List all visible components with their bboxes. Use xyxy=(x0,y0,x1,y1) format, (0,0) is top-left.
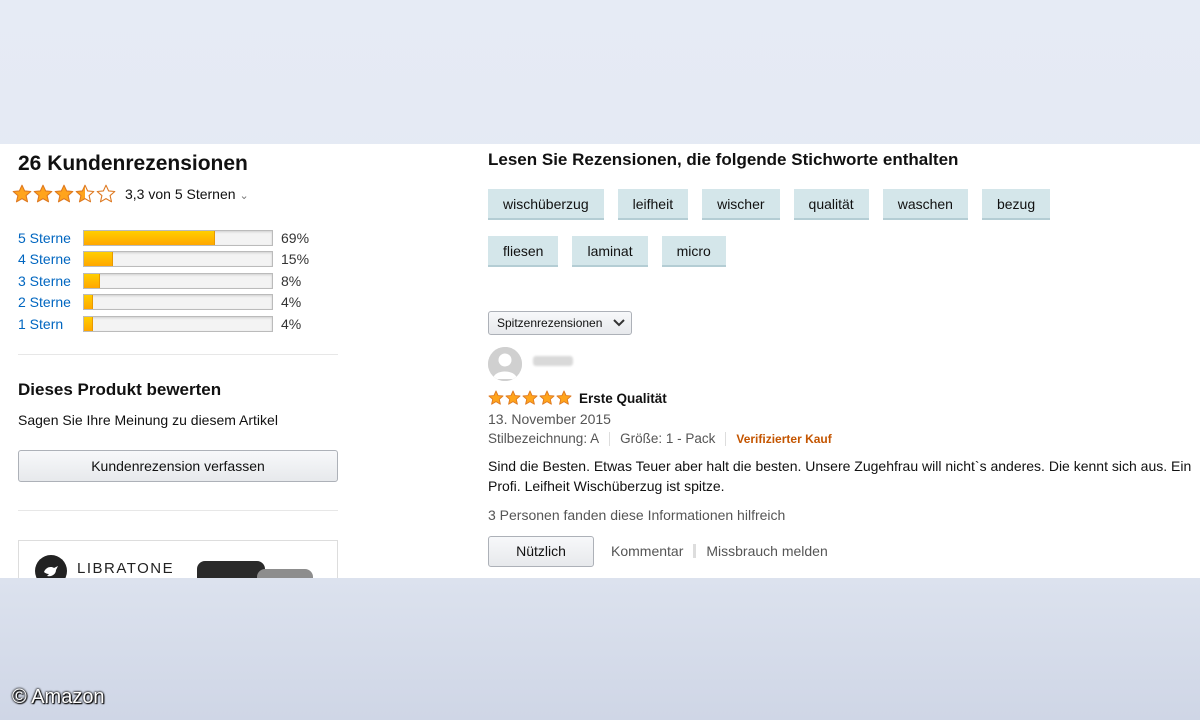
brand-logo xyxy=(35,555,67,578)
comment-link[interactable]: Kommentar xyxy=(610,543,684,559)
star-icon xyxy=(539,390,555,405)
review-size[interactable]: Größe: 1 - Pack xyxy=(620,431,715,446)
histogram-bar-fill xyxy=(84,273,101,288)
keyword-chip[interactable]: wischüberzug xyxy=(488,189,604,220)
chevron-down-icon xyxy=(613,319,625,327)
keyword-chip[interactable]: fliesen xyxy=(488,236,559,267)
histogram-label[interactable]: 1 Stern xyxy=(18,316,83,332)
histogram-bar[interactable] xyxy=(83,294,273,311)
star-icon xyxy=(488,390,504,405)
helpful-count: 3 Personen fanden diese Informationen hi… xyxy=(488,507,786,523)
report-abuse-link[interactable]: Missbrauch melden xyxy=(705,543,828,559)
chevron-down-icon: ⌄ xyxy=(239,190,249,202)
average-star-rating[interactable] xyxy=(12,184,116,204)
star-icon xyxy=(12,184,32,203)
review-style[interactable]: Stilbezeichnung: A xyxy=(488,431,599,446)
ad-brand-name: LIBRATONE xyxy=(77,560,175,577)
histogram-bar[interactable] xyxy=(83,315,273,332)
keyword-row: fliesen laminat micro xyxy=(488,236,1088,267)
histogram-row-3[interactable]: 3 Sterne 8% xyxy=(18,270,309,292)
star-icon xyxy=(54,184,74,203)
average-rating-text[interactable]: 3,3 von 5 Sternen ⌄ xyxy=(125,186,249,202)
histogram-label[interactable]: 4 Sterne xyxy=(18,251,83,267)
background-bottom xyxy=(0,578,1200,720)
keyword-chip[interactable]: bezug xyxy=(981,189,1051,220)
keyword-chip[interactable]: laminat xyxy=(572,236,648,267)
user-icon xyxy=(488,347,522,381)
star-icon xyxy=(556,390,572,405)
ad-product-image-dark xyxy=(197,561,265,578)
histogram-percent: 4% xyxy=(281,315,302,332)
sort-selected-value: Spitzenrezensionen xyxy=(497,316,603,330)
bird-icon xyxy=(44,566,58,577)
histogram-percent: 15% xyxy=(281,251,310,268)
histogram-bar[interactable] xyxy=(83,272,273,289)
write-review-button[interactable]: Kundenrezension verfassen xyxy=(18,450,338,482)
keywords-title: Lesen Sie Rezensionen, die folgende Stic… xyxy=(488,150,959,169)
keyword-chip[interactable]: waschen xyxy=(882,189,968,220)
star-icon xyxy=(33,184,53,203)
histogram-bar[interactable] xyxy=(83,229,273,246)
keyword-chip[interactable]: qualität xyxy=(793,189,869,220)
histogram-bar-fill xyxy=(84,252,114,267)
reviews-count-title: 26 Kundenrezensionen xyxy=(18,152,248,175)
review-meta: Stilbezeichnung: A Größe: 1 - Pack Verif… xyxy=(488,431,832,446)
histogram-bar-fill xyxy=(84,230,215,245)
review-star-rating[interactable] xyxy=(488,390,572,406)
helpful-button[interactable]: Nützlich xyxy=(488,536,594,567)
rate-product-subtitle: Sagen Sie Ihre Meinung zu diesem Artikel xyxy=(18,412,278,428)
divider xyxy=(18,510,338,511)
reviews-panel: 26 Kundenrezensionen 3,3 von 5 Sternen ⌄ … xyxy=(0,144,1200,578)
histogram-label[interactable]: 3 Sterne xyxy=(18,273,83,289)
histogram-bar-fill xyxy=(84,316,93,331)
histogram-percent: 69% xyxy=(281,229,310,246)
average-rating-label: 3,3 von 5 Sternen xyxy=(125,186,236,202)
histogram-bar[interactable] xyxy=(83,251,273,268)
separator xyxy=(725,431,727,446)
review-date: 13. November 2015 xyxy=(488,411,611,427)
histogram-percent: 4% xyxy=(281,294,302,311)
sort-dropdown[interactable]: Spitzenrezensionen xyxy=(488,311,632,335)
divider xyxy=(18,354,338,355)
star-icon xyxy=(75,184,95,203)
keyword-chip[interactable]: wischer xyxy=(702,189,780,220)
reviewer-avatar[interactable] xyxy=(488,347,522,381)
star-icon xyxy=(96,184,116,203)
star-icon xyxy=(522,390,538,405)
keyword-chip[interactable]: leifheit xyxy=(617,189,689,220)
verified-purchase-badge[interactable]: Verifizierter Kauf xyxy=(736,432,831,446)
separator xyxy=(693,544,697,558)
histogram-label[interactable]: 5 Sterne xyxy=(18,230,83,246)
histogram-percent: 8% xyxy=(281,272,302,289)
histogram-label[interactable]: 2 Sterne xyxy=(18,294,83,310)
histogram-row-1[interactable]: 1 Stern 4% xyxy=(18,313,309,335)
ad-product-image-grey xyxy=(257,569,313,578)
rating-histogram: 5 Sterne 69% 4 Sterne 15% 3 Sterne 8% 2 … xyxy=(18,227,309,335)
keyword-chip[interactable]: micro xyxy=(661,236,726,267)
image-credit: © Amazon xyxy=(12,686,105,708)
histogram-row-5[interactable]: 5 Sterne 69% xyxy=(18,227,309,249)
sponsored-ad[interactable]: LIBRATONE xyxy=(18,540,338,578)
star-icon xyxy=(505,390,521,405)
rate-product-title: Dieses Produkt bewerten xyxy=(18,380,222,399)
keyword-row: wischüberzug leifheit wischer qualität w… xyxy=(488,189,1088,220)
histogram-bar-fill xyxy=(84,295,93,310)
keyword-chips: wischüberzug leifheit wischer qualität w… xyxy=(488,189,1088,283)
histogram-row-2[interactable]: 2 Sterne 4% xyxy=(18,292,309,314)
separator xyxy=(609,431,611,446)
reviewer-name-blurred[interactable] xyxy=(533,356,573,366)
review-body: Sind die Besten. Etwas Teuer aber halt d… xyxy=(488,458,1192,494)
review-actions: Kommentar Missbrauch melden xyxy=(610,543,829,559)
histogram-row-4[interactable]: 4 Sterne 15% xyxy=(18,249,309,271)
review-title[interactable]: Erste Qualität xyxy=(579,391,667,406)
